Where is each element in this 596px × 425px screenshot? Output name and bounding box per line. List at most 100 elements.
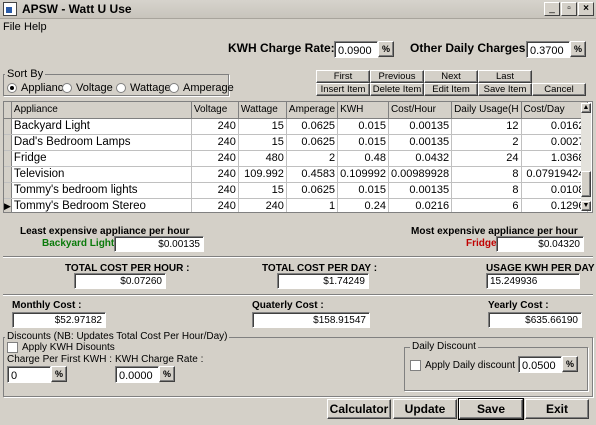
daily-discount-input[interactable]: 0.0500 (518, 356, 562, 373)
table-cell[interactable]: 8 (451, 166, 522, 183)
apply-kwh-discount-checkbox[interactable]: Apply KWH Disounts (7, 342, 115, 353)
table-cell[interactable]: 8 (451, 182, 522, 199)
table-cell[interactable]: 15 (238, 118, 287, 135)
column-header[interactable]: KWH (337, 102, 389, 119)
table-cell[interactable]: 480 (238, 150, 287, 167)
table-cell[interactable]: 0.0216 (388, 198, 453, 212)
table-cell[interactable]: 0.015 (337, 182, 389, 199)
column-header[interactable]: Daily Usage(H (451, 102, 522, 119)
kwh-rate-input[interactable]: 0.0900 (334, 41, 378, 58)
previous-button[interactable]: Previous (370, 70, 424, 83)
table-cell[interactable]: 15 (238, 182, 287, 199)
table-row[interactable]: Tommy's bedroom lights 240 15 0.0625 0.015 0.… (4, 182, 588, 199)
table-cell[interactable]: 240 (191, 166, 239, 183)
delete-item-button[interactable]: Delete Item (370, 83, 424, 96)
table-cell[interactable]: 15 (238, 134, 287, 151)
table-cell[interactable]: 0.0432 (388, 150, 453, 167)
scroll-up-icon[interactable]: ▲ (581, 103, 591, 113)
table-cell[interactable]: 1.0368 (521, 150, 588, 167)
row-indicator[interactable] (4, 166, 12, 183)
table-row[interactable]: Fridge 240 480 2 0.48 0.0432 24 1.0368 (4, 150, 588, 167)
scroll-thumb[interactable] (581, 171, 591, 197)
close-button[interactable]: × (578, 2, 594, 16)
table-cell[interactable]: 240 (191, 134, 239, 151)
column-header[interactable]: Cost/Day (521, 102, 588, 119)
appliance-grid[interactable]: Appliance Voltage Wattage Amperage KWH C… (3, 101, 593, 213)
column-header[interactable]: Wattage (238, 102, 287, 119)
insert-item-button[interactable]: Insert Item (316, 83, 370, 96)
save-item-button[interactable]: Save Item (478, 83, 532, 96)
table-cell[interactable]: Dad's Bedroom Lamps (11, 134, 192, 151)
minimize-button[interactable]: _ (544, 2, 560, 16)
table-cell[interactable]: 0.1296 (521, 198, 588, 212)
table-cell[interactable]: 0.48 (337, 150, 389, 167)
maximize-button[interactable]: ▫ (561, 2, 577, 16)
table-cell[interactable]: 6 (451, 198, 522, 212)
table-cell[interactable]: 2 (451, 134, 522, 151)
edit-item-button[interactable]: Edit Item (424, 83, 478, 96)
save-button[interactable]: Save (458, 398, 524, 420)
table-cell[interactable]: 24 (451, 150, 522, 167)
table-cell[interactable]: 0.4583 (286, 166, 339, 183)
next-button[interactable]: Next (424, 70, 478, 83)
table-cell[interactable]: 0.0625 (286, 118, 339, 135)
exit-button[interactable]: Exit (525, 399, 589, 419)
table-cell[interactable]: Tommy's bedroom lights (11, 182, 192, 199)
table-cell[interactable]: 0.00135 (388, 118, 453, 135)
table-cell[interactable]: 0.0625 (286, 134, 339, 151)
table-cell[interactable]: Backyard Light (11, 118, 192, 135)
first-button[interactable]: First (316, 70, 370, 83)
other-charges-percent-button[interactable]: % (570, 41, 586, 57)
last-button[interactable]: Last (478, 70, 532, 83)
table-cell[interactable]: Tommy's Bedroom Stereo (11, 198, 192, 212)
menu-file[interactable]: File (3, 21, 21, 33)
table-row[interactable]: Television 240 109.992 0.4583 0.109992 0.0098… (4, 166, 588, 183)
discount-kwh-rate-percent-button[interactable]: % (159, 366, 175, 382)
table-cell[interactable]: 0.0027 (521, 134, 588, 151)
table-cell[interactable]: 240 (191, 118, 239, 135)
table-cell[interactable]: 2 (286, 150, 339, 167)
discount-kwh-rate-input[interactable]: 0.0000 (115, 366, 159, 383)
cancel-button[interactable]: Cancel (532, 83, 586, 96)
row-indicator[interactable] (4, 150, 12, 167)
column-header[interactable]: Voltage (191, 102, 239, 119)
table-cell[interactable]: Television (11, 166, 192, 183)
charge-first-kwh-percent-button[interactable]: % (51, 366, 67, 382)
sort-wattage-radio[interactable]: Wattage (116, 82, 171, 94)
row-indicator[interactable] (4, 134, 12, 151)
table-cell[interactable]: 0.00135 (388, 134, 453, 151)
table-cell[interactable]: 0.00135 (388, 182, 453, 199)
table-cell[interactable]: 0.24 (337, 198, 389, 212)
table-cell[interactable]: 1 (286, 198, 339, 212)
update-button[interactable]: Update (393, 399, 457, 419)
row-indicator[interactable]: ▶ (4, 198, 12, 212)
table-cell[interactable]: 0.015 (337, 134, 389, 151)
table-cell[interactable]: Fridge (11, 150, 192, 167)
table-cell[interactable]: 0.07919424 (521, 166, 588, 183)
table-cell[interactable]: 0.015 (337, 118, 389, 135)
table-cell[interactable]: 240 (191, 198, 239, 212)
column-header[interactable]: Amperage (286, 102, 339, 119)
table-cell[interactable]: 240 (238, 198, 287, 212)
column-header[interactable]: Appliance (11, 102, 192, 119)
kwh-rate-percent-button[interactable]: % (378, 41, 394, 57)
table-cell[interactable]: 240 (191, 182, 239, 199)
table-cell[interactable]: 0.0108 (521, 182, 588, 199)
daily-discount-percent-button[interactable]: % (562, 356, 578, 372)
sort-amperage-radio[interactable]: Amperage (169, 82, 234, 94)
calculator-button[interactable]: Calculator (327, 399, 391, 419)
sort-appliance-radio[interactable]: Appliance (7, 82, 69, 94)
column-header[interactable]: Cost/Hour (388, 102, 453, 119)
grid-scrollbar[interactable]: ▲ ▼ (581, 103, 591, 211)
menu-help[interactable]: Help (24, 21, 47, 33)
table-row[interactable]: Backyard Light 240 15 0.0625 0.015 0.00135 12 0… (4, 118, 588, 135)
charge-first-kwh-input[interactable]: 0 (7, 366, 51, 383)
table-cell[interactable]: 109.992 (238, 166, 287, 183)
row-indicator[interactable] (4, 182, 12, 199)
other-charges-input[interactable]: 0.3700 (526, 41, 570, 58)
table-row[interactable]: Dad's Bedroom Lamps 240 15 0.0625 0.015 0.001… (4, 134, 588, 151)
sort-voltage-radio[interactable]: Voltage (62, 82, 113, 94)
row-indicator[interactable] (4, 118, 12, 135)
table-cell[interactable]: 0.00989928 (388, 166, 453, 183)
table-cell[interactable]: 240 (191, 150, 239, 167)
